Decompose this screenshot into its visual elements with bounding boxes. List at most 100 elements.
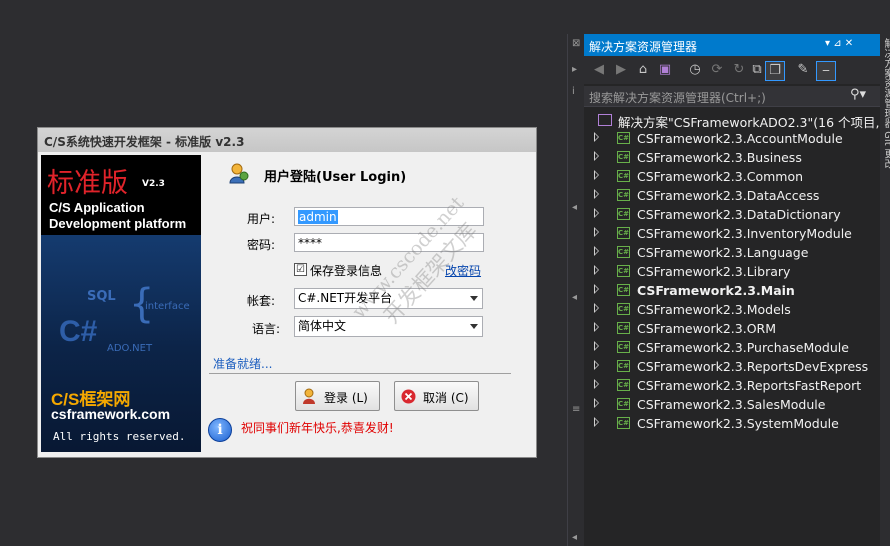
switch-views-icon[interactable]: ▣ (656, 61, 674, 79)
user-key-icon (303, 388, 315, 404)
solution-node[interactable]: 解决方案"CSFrameworkADO2.3"(16 个项目, 共 (584, 110, 880, 129)
csharp-project-icon: C# (617, 398, 630, 410)
expand-icon[interactable] (594, 246, 599, 256)
expand-icon[interactable] (594, 322, 599, 332)
forward-icon[interactable]: ▶ (612, 61, 630, 79)
project-node[interactable]: C# CSFramework2.3.PurchaseModule (584, 338, 880, 357)
banner-interface: interface (145, 301, 190, 312)
remember-label[interactable]: 保存登录信息 (310, 262, 382, 279)
project-label: CSFramework2.3.Language (637, 245, 809, 260)
expand-icon[interactable] (594, 417, 599, 427)
csharp-project-icon: C# (617, 170, 630, 182)
banner-edition: 标准版 (47, 168, 128, 199)
expand-icon[interactable] (594, 360, 599, 370)
project-node[interactable]: C# CSFramework2.3.Business (584, 148, 880, 167)
language-value: 简体中文 (298, 319, 347, 333)
home-icon[interactable]: ⌂ (634, 61, 652, 79)
remember-checkbox[interactable]: ☑ (294, 263, 307, 276)
window-controls[interactable]: ▾ ⊿ ✕ (825, 38, 853, 49)
dialog-title-bar[interactable]: C/S系统快速开发框架 - 标准版 v2.3 (38, 128, 536, 152)
editor-margin: ⊠ ▸ i ◂ ◂ ≡ ◂ (567, 34, 584, 546)
solution-search-box[interactable]: 搜索解决方案资源管理器(Ctrl+;) ⚲▾ (584, 86, 880, 107)
refresh-icon[interactable]: ↻ (730, 61, 748, 79)
project-node[interactable]: C# CSFramework2.3.Models (584, 300, 880, 319)
search-placeholder: 搜索解决方案资源管理器(Ctrl+;) (589, 91, 766, 105)
margin-arrow-icon: ◂ (572, 532, 578, 543)
project-label: CSFramework2.3.Common (637, 169, 804, 184)
history-icon[interactable]: ◷ (686, 61, 704, 79)
project-label: CSFramework2.3.Library (637, 264, 791, 279)
cancel-button[interactable]: 取消 (C) (394, 381, 479, 411)
expand-icon[interactable] (594, 132, 599, 142)
user-label: 用户: (247, 212, 276, 226)
csharp-project-icon: C# (617, 132, 630, 144)
banner-line2: Development platform (49, 216, 187, 231)
expand-icon[interactable] (594, 189, 599, 199)
expand-icon[interactable] (594, 341, 599, 351)
banner-rights: All rights reserved. (53, 430, 186, 443)
search-icon[interactable]: ⚲▾ (850, 87, 866, 102)
sync-icon[interactable]: ⟳ (708, 61, 726, 79)
project-node[interactable]: C# CSFramework2.3.InventoryModule (584, 224, 880, 243)
project-label: CSFramework2.3.ReportsFastReport (637, 378, 862, 393)
expand-icon[interactable] (594, 398, 599, 408)
project-node[interactable]: C# CSFramework2.3.DataDictionary (584, 205, 880, 224)
login-button[interactable]: 登录 (L) (295, 381, 380, 411)
project-node[interactable]: C# CSFramework2.3.ReportsDevExpress (584, 357, 880, 376)
password-label: 密码: (247, 238, 276, 252)
csharp-project-icon: C# (617, 417, 630, 429)
account-label: 帐套: (247, 294, 276, 308)
expand-icon[interactable] (594, 170, 599, 180)
back-icon[interactable]: ◀ (590, 61, 608, 79)
csharp-project-icon: C# (617, 265, 630, 277)
project-node[interactable]: C# CSFramework2.3.Language (584, 243, 880, 262)
project-node[interactable]: C# CSFramework2.3.ORM (584, 319, 880, 338)
solution-explorer-title-bar[interactable]: 解决方案资源管理器 ▾ ⊿ ✕ (584, 34, 880, 56)
banner-ado: ADO.NET (107, 343, 153, 354)
expand-icon[interactable] (594, 284, 599, 294)
project-label: CSFramework2.3.Main (637, 283, 795, 298)
project-node[interactable]: C# CSFramework2.3.SalesModule (584, 395, 880, 414)
project-label: CSFramework2.3.InventoryModule (637, 226, 852, 241)
project-label: CSFramework2.3.Business (637, 150, 802, 165)
margin-arrow-icon: ◂ (572, 292, 578, 303)
project-node[interactable]: C# CSFramework2.3.Main (584, 281, 880, 300)
expand-icon[interactable] (594, 303, 599, 313)
solution-explorer-title: 解决方案资源管理器 (589, 40, 698, 54)
csharp-project-icon: C# (617, 151, 630, 163)
collapse-all-icon[interactable]: ⧉ (748, 61, 766, 79)
expand-icon[interactable] (594, 265, 599, 275)
project-node[interactable]: C# CSFramework2.3.ReportsFastReport (584, 376, 880, 395)
user-login-icon (229, 163, 249, 184)
project-node[interactable]: C# CSFramework2.3.SystemModule (584, 414, 880, 433)
cancel-icon (401, 389, 416, 404)
project-label: CSFramework2.3.Models (637, 302, 791, 317)
show-all-files-icon[interactable]: ❐ (765, 61, 785, 81)
project-node[interactable]: C# CSFramework2.3.DataAccess (584, 186, 880, 205)
project-node[interactable]: C# CSFramework2.3.AccountModule (584, 129, 880, 148)
banner-csharp: C# (59, 315, 98, 348)
project-label: CSFramework2.3.SystemModule (637, 416, 839, 431)
chevron-down-icon[interactable] (470, 296, 478, 301)
project-label: CSFramework2.3.AccountModule (637, 131, 843, 146)
csharp-project-icon: C# (617, 303, 630, 315)
side-tabs: 解决方案资源管理器 Git 更改 (880, 34, 890, 546)
csharp-project-icon: C# (617, 246, 630, 258)
project-label: CSFramework2.3.PurchaseModule (637, 340, 849, 355)
preview-icon[interactable]: ⎯ (816, 61, 836, 81)
project-node[interactable]: C# CSFramework2.3.Library (584, 262, 880, 281)
project-label: CSFramework2.3.DataAccess (637, 188, 820, 203)
login-dialog: C/S系统快速开发框架 - 标准版 v2.3 标准版 V2.3 C/S Appl… (37, 127, 537, 458)
project-node[interactable]: C# CSFramework2.3.Common (584, 167, 880, 186)
csharp-project-icon: C# (617, 360, 630, 372)
expand-icon[interactable] (594, 151, 599, 161)
side-tab-labels[interactable]: 解决方案资源管理器 Git 更改 (880, 38, 890, 169)
greeting-message: 祝同事们新年快乐,恭喜发财! (241, 421, 394, 435)
properties-icon[interactable]: ✎ (794, 61, 812, 79)
expand-icon[interactable] (594, 208, 599, 218)
chevron-down-icon[interactable] (470, 324, 478, 329)
expand-icon[interactable] (594, 379, 599, 389)
expand-icon[interactable] (594, 227, 599, 237)
split-icon[interactable]: ⊠ (572, 38, 580, 49)
margin-arrow-icon: ▸ (572, 64, 578, 75)
